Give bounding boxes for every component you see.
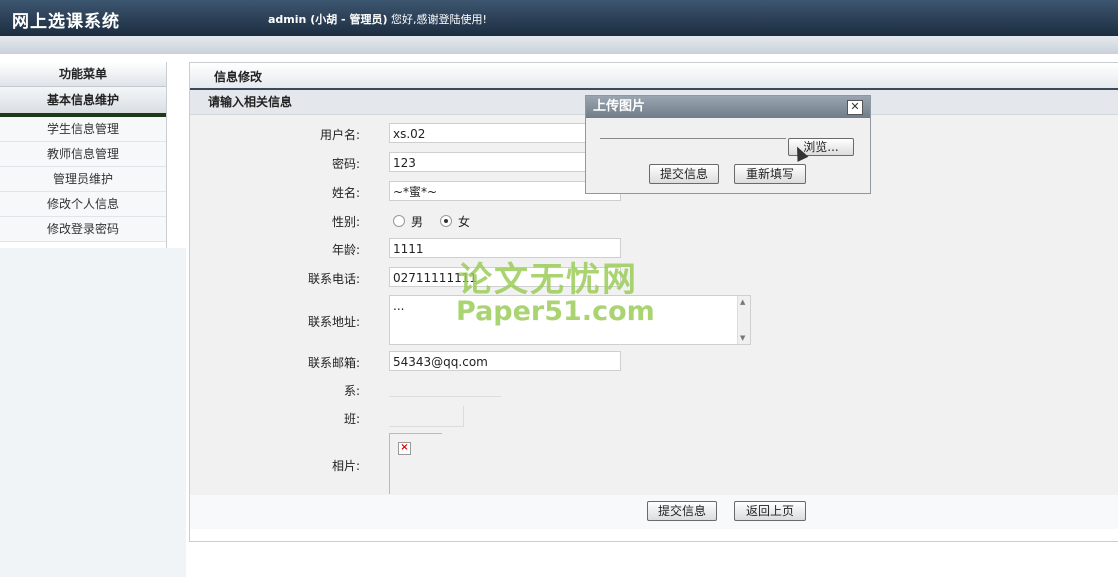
department-label: 系: [343,384,360,398]
phone-label: 联系电话: [307,272,360,286]
class-label: 班: [343,412,360,426]
upload-image-dialog: 上传图片 ✕ 浏览... 提交信息 重新填写 [585,95,871,194]
greeting-text: 您好,感谢登陆使用! [390,13,487,26]
email-label: 联系邮箱: [307,356,360,370]
watermark-url: Paper51.com [456,296,655,327]
gender-label: 性别: [331,215,360,229]
sidebar: 功能菜单 基本信息维护 学生信息管理 教师信息管理 管理员维护 修改个人信息 修… [0,62,167,248]
sidebar-item-admin-maintenance[interactable]: 管理员维护 [0,167,166,192]
close-icon[interactable]: ✕ [847,100,863,115]
gender-female-radio[interactable]: 女 [440,213,470,230]
address-label: 联系地址: [307,315,360,329]
sidebar-item-change-password[interactable]: 修改登录密码 [0,217,166,242]
menu-group-basic-info[interactable]: 基本信息维护 [0,87,166,117]
address-scrollbar[interactable]: ▲ ▼ [737,296,750,344]
scroll-up-icon[interactable]: ▲ [740,298,745,306]
back-button[interactable]: 返回上页 [734,501,806,521]
name-label: 姓名: [331,186,360,200]
panel-title: 信息修改 [190,63,1118,90]
radio-unchecked-icon [393,215,405,227]
class-select[interactable] [389,406,464,427]
email-input[interactable]: 54343@qq.com [389,351,621,371]
scroll-down-icon[interactable]: ▼ [740,334,745,342]
photo-frame: × [389,433,442,494]
sub-bar [0,36,1118,54]
gender-male-radio[interactable]: 男 [393,213,423,230]
watermark-chinese: 论文无忧网 [458,260,638,300]
broken-image-icon: × [398,442,411,455]
app-title: 网上选课系统 [12,12,120,32]
top-bar: 网上选课系统 admin (小胡 - 管理员) 您好,感谢登陆使用! [0,0,1118,36]
sidebar-item-student-management[interactable]: 学生信息管理 [0,117,166,142]
gender-female-label: 女 [458,215,471,229]
file-path-field[interactable] [600,138,786,139]
dialog-submit-button[interactable]: 提交信息 [649,164,719,184]
form-actions: 提交信息 返回上页 [190,495,1118,529]
sidebar-item-edit-profile[interactable]: 修改个人信息 [0,192,166,217]
age-label: 年龄: [331,243,360,257]
radio-checked-icon [440,215,452,227]
menu-title: 功能菜单 [0,62,166,87]
address-value: ... [393,299,405,313]
department-select[interactable] [389,396,501,397]
welcome-message: admin (小胡 - 管理员) 您好,感谢登陆使用! [268,11,487,27]
username-label: 用户名: [319,128,360,142]
dialog-title: 上传图片 [586,96,870,118]
submit-button[interactable]: 提交信息 [647,501,717,521]
photo-label: 相片: [331,459,360,473]
dialog-reset-button[interactable]: 重新填写 [734,164,806,184]
current-user: admin (小胡 - 管理员) [268,13,388,26]
sidebar-item-teacher-management[interactable]: 教师信息管理 [0,142,166,167]
password-label: 密码: [331,157,360,171]
gender-male-label: 男 [411,215,424,229]
sidebar-background [0,248,186,577]
